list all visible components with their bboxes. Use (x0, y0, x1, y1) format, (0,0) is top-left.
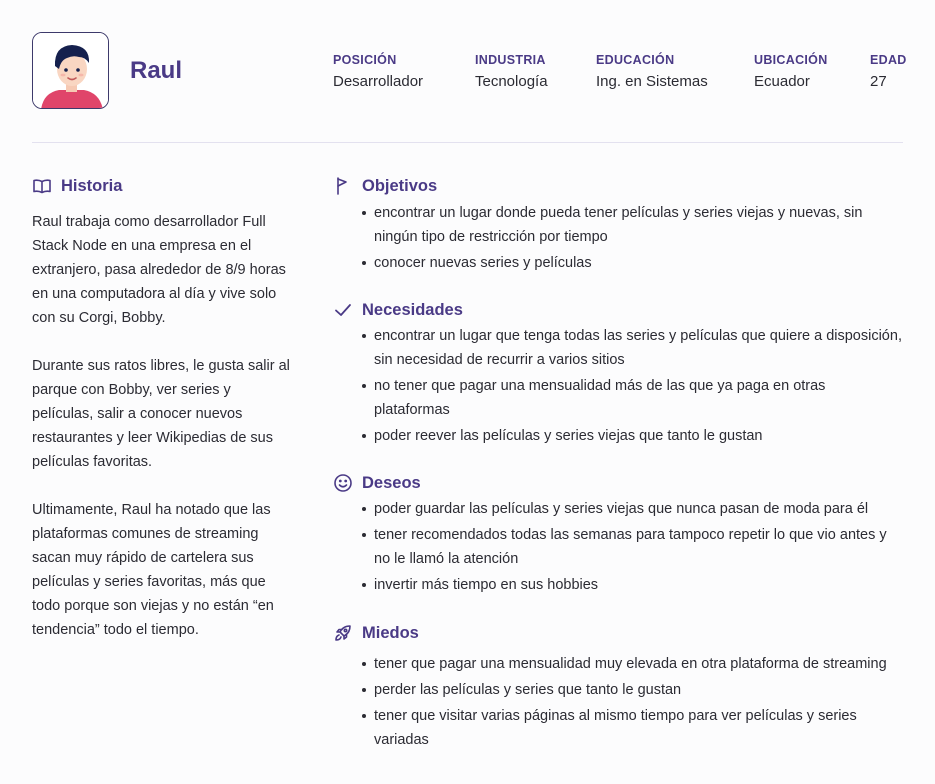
list-item: poder reever las películas y series viej… (360, 424, 905, 448)
historia-heading: Historia (32, 176, 122, 196)
header-divider (32, 142, 903, 143)
list-item: encontrar un lugar donde pueda tener pel… (360, 201, 905, 249)
list-item: tener que pagar una mensualidad muy elev… (360, 652, 905, 676)
deseos-title: Deseos (362, 473, 421, 492)
attribute-value: 27 (870, 73, 887, 90)
flag-icon (333, 176, 353, 196)
list-item: encontrar un lugar que tenga todas las s… (360, 324, 905, 372)
avatar (32, 32, 109, 109)
attribute-value: Ing. en Sistemas (596, 73, 708, 90)
miedos-heading: Miedos (333, 623, 419, 643)
necesidades-title: Necesidades (362, 300, 463, 319)
attribute-label: UBICACIÓN (754, 53, 828, 67)
attribute-education: EDUCACIÓN Ing. en Sistemas (596, 53, 708, 90)
book-icon (32, 176, 52, 196)
deseos-list: poder guardar las películas y series vie… (360, 497, 905, 599)
miedos-list: tener que pagar una mensualidad muy elev… (360, 652, 905, 754)
historia-title: Historia (61, 176, 123, 195)
list-item: poder guardar las películas y series vie… (360, 497, 905, 521)
list-item: invertir más tiempo en sus hobbies (360, 573, 905, 597)
rocket-icon (333, 623, 353, 643)
attribute-label: INDUSTRIA (475, 53, 546, 67)
profile-header: Raul POSICIÓN Desarrollador INDUSTRIA Te… (32, 32, 906, 112)
attribute-label: POSICIÓN (333, 53, 397, 67)
attribute-location: UBICACIÓN Ecuador (754, 53, 828, 90)
necesidades-heading: Necesidades (333, 300, 463, 320)
attribute-label: EDUCACIÓN (596, 53, 675, 67)
deseos-heading: Deseos (333, 473, 421, 493)
historia-paragraph: Durante sus ratos libres, le gusta salir… (32, 358, 290, 470)
avatar-illustration (33, 33, 108, 108)
list-item: tener que visitar varias páginas al mism… (360, 704, 905, 752)
necesidades-list: encontrar un lugar que tenga todas las s… (360, 324, 905, 450)
historia-paragraph: Ultimamente, Raul ha notado que las plat… (32, 502, 274, 638)
persona-name: Raul (130, 57, 183, 84)
historia-paragraph: Raul trabaja como desarrollador Full Sta… (32, 214, 286, 326)
objetivos-heading: Objetivos (333, 176, 437, 196)
list-item: conocer nuevas series y películas (360, 251, 905, 275)
attribute-value: Ecuador (754, 73, 810, 90)
list-item: tener recomendados todas las semanas par… (360, 523, 905, 571)
objetivos-title: Objetivos (362, 176, 438, 195)
list-item: no tener que pagar una mensualidad más d… (360, 374, 905, 422)
miedos-title: Miedos (362, 623, 419, 642)
check-icon (333, 300, 353, 320)
list-item: perder las películas y series que tanto … (360, 678, 905, 702)
attribute-age: EDAD 27 (870, 53, 907, 90)
smile-icon (333, 473, 353, 493)
historia-text: Raul trabaja como desarrollador Full Sta… (32, 210, 290, 666)
attribute-position: POSICIÓN Desarrollador (333, 53, 423, 90)
attribute-label: EDAD (870, 53, 907, 67)
attribute-value: Tecnología (475, 73, 548, 90)
objetivos-list: encontrar un lugar donde pueda tener pel… (360, 201, 905, 277)
attribute-value: Desarrollador (333, 73, 424, 90)
attribute-industry: INDUSTRIA Tecnología (475, 53, 548, 90)
